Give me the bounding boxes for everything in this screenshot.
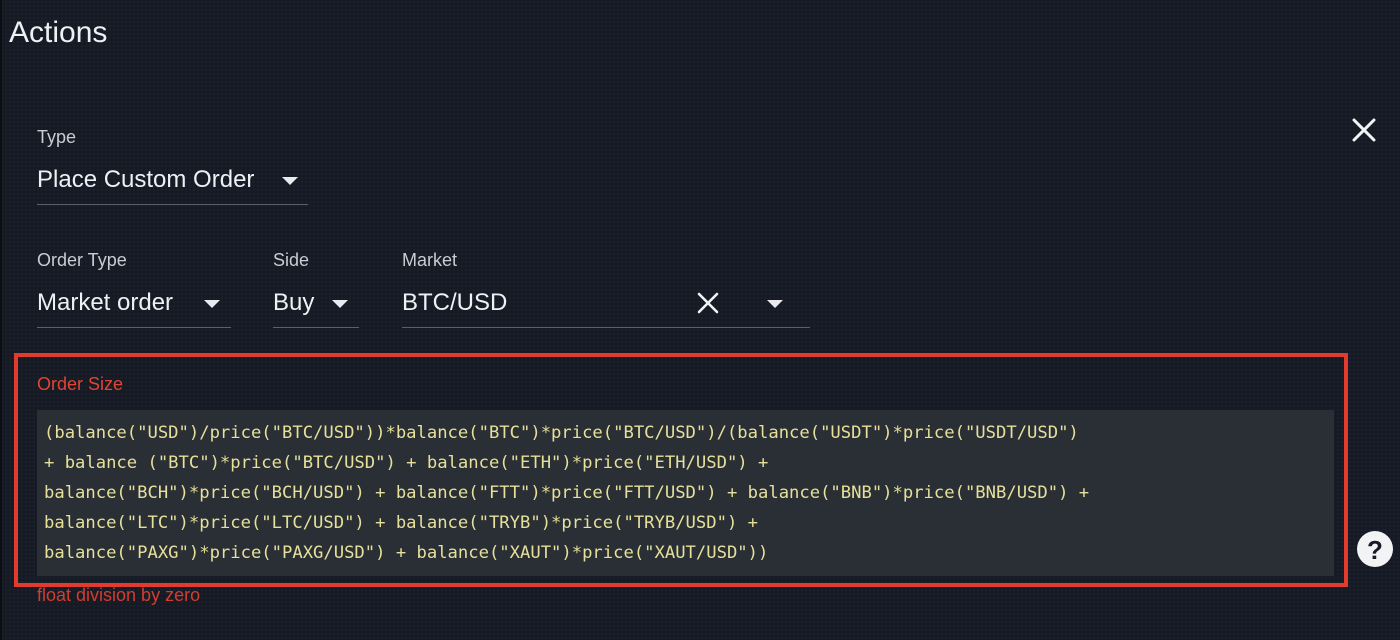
type-label: Type xyxy=(37,127,77,147)
market-clear-button[interactable] xyxy=(696,291,720,315)
formula-line: + balance ("BTC")*price("BTC/USD") + bal… xyxy=(44,453,769,473)
type-select[interactable]: Place Custom Order xyxy=(37,160,308,205)
order-size-label: Order Size xyxy=(37,374,124,394)
formula-line: balance("PAXG")*price("PAXG/USD") + bala… xyxy=(44,543,769,563)
formula-line: balance("BCH")*price("BCH/USD") + balanc… xyxy=(44,483,1090,503)
market-select[interactable]: BTC/USD xyxy=(402,283,810,328)
formula-line: balance("LTC")*price("LTC/USD") + balanc… xyxy=(44,513,758,533)
order-type-label: Order Type xyxy=(37,250,127,270)
order-size-error-message: float division by zero xyxy=(37,585,201,605)
actions-panel: Actions Type Place Custom Order Order Ty… xyxy=(0,0,1400,640)
help-button[interactable]: ? xyxy=(1357,531,1393,567)
side-label: Side xyxy=(273,250,310,270)
close-button[interactable] xyxy=(1346,112,1382,148)
market-value: BTC/USD xyxy=(402,289,508,316)
type-value: Place Custom Order xyxy=(37,166,255,193)
chevron-down-icon xyxy=(332,300,348,308)
panel-border xyxy=(0,0,2,640)
side-value: Buy xyxy=(273,289,315,316)
market-label: Market xyxy=(402,250,458,270)
order-type-select[interactable]: Market order xyxy=(37,283,231,328)
chevron-down-icon xyxy=(767,300,783,308)
order-size-formula-editor[interactable]: (balance("USD")/price("BTC/USD"))*balanc… xyxy=(37,410,1334,576)
close-icon xyxy=(1352,118,1376,142)
chevron-down-icon xyxy=(282,177,298,185)
help-icon: ? xyxy=(1367,535,1383,565)
clear-icon xyxy=(697,292,719,314)
side-select[interactable]: Buy xyxy=(273,283,359,328)
formula-line: (balance("USD")/price("BTC/USD"))*balanc… xyxy=(44,423,1079,443)
chevron-down-icon xyxy=(204,300,220,308)
order-type-value: Market order xyxy=(37,289,174,316)
page-title: Actions xyxy=(9,16,108,49)
